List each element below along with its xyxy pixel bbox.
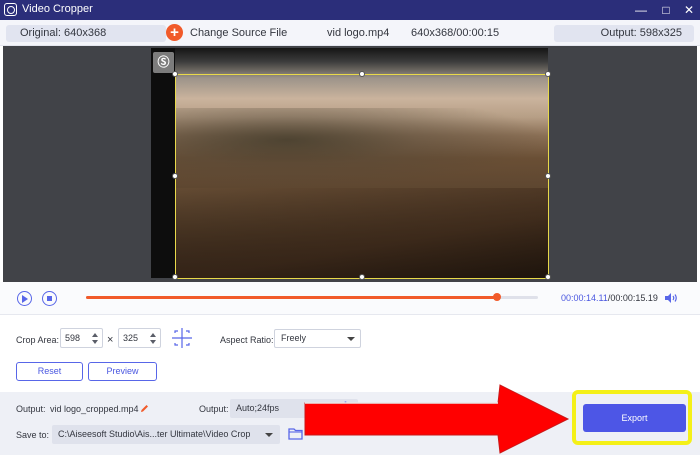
letterbox-area — [151, 48, 175, 278]
maximize-button[interactable]: □ — [658, 2, 674, 18]
add-icon[interactable]: + — [166, 24, 183, 41]
crop-handle-bottom[interactable] — [359, 274, 365, 280]
crop-height-input[interactable]: 325 — [118, 328, 161, 348]
current-time: 00:00:14.11 — [561, 293, 608, 303]
time-display: 00:00:14.11/00:00:15.19 — [561, 293, 658, 303]
change-source-file-button[interactable]: Change Source File — [190, 27, 287, 39]
crop-handle-bottom-left[interactable] — [172, 274, 178, 280]
stop-button[interactable] — [42, 291, 57, 306]
output-resolution: Output: 598x325 — [554, 25, 694, 42]
preview-stage: Ⓢ — [3, 46, 697, 282]
decrement-arrow-icon[interactable] — [92, 340, 98, 344]
crop-handle-top-right[interactable] — [545, 71, 551, 77]
save-path-value: C:\Aiseesoft Studio\Ais...ter Ultimate\V… — [58, 429, 251, 439]
aspect-ratio-value: Freely — [281, 333, 307, 343]
total-time: /00:00:15.19 — [607, 293, 658, 303]
progress-track[interactable] — [86, 293, 538, 301]
crop-handle-right[interactable] — [545, 173, 551, 179]
original-resolution: Original: 640x368 — [6, 25, 166, 42]
play-icon — [22, 294, 28, 303]
output-label: Output: — [16, 404, 46, 414]
chevron-down-icon — [265, 433, 273, 437]
watermark-icon: Ⓢ — [153, 52, 174, 73]
window-title: Video Cropper — [22, 3, 93, 15]
stop-icon — [46, 295, 52, 301]
increment-arrow-icon[interactable] — [92, 333, 98, 337]
output-file-name: vid logo_cropped.mp4 — [50, 404, 139, 414]
decrement-arrow-icon[interactable] — [150, 340, 156, 344]
save-path-select[interactable]: C:\Aiseesoft Studio\Ais...ter Ultimate\V… — [52, 425, 280, 444]
crop-width-value: 598 — [65, 333, 81, 343]
crop-handle-top-left[interactable] — [172, 71, 178, 77]
output-format-label: Output: — [199, 404, 229, 414]
close-button[interactable]: ✕ — [681, 2, 697, 18]
crop-handle-bottom-right[interactable] — [545, 274, 551, 280]
progress-fill — [86, 296, 498, 299]
output-format-value: Auto;24fps — [236, 403, 280, 413]
annotation-arrow — [304, 384, 570, 454]
reset-button[interactable]: Reset — [16, 362, 83, 381]
aspect-ratio-select[interactable]: Freely — [274, 329, 361, 348]
playback-controls: 00:00:14.11/00:00:15.19 — [0, 282, 700, 314]
divider — [0, 314, 700, 315]
video-cropper-app-icon — [4, 3, 17, 16]
crop-area-label: Crop Area: — [16, 335, 60, 345]
chevron-down-icon — [347, 337, 355, 341]
save-to-label: Save to: — [16, 430, 50, 440]
crop-box[interactable] — [172, 71, 551, 280]
center-crop-icon[interactable] — [171, 327, 193, 349]
export-button[interactable]: Export — [583, 404, 686, 432]
multiply-sign: × — [107, 334, 114, 346]
crop-width-input[interactable]: 598 — [60, 328, 103, 348]
preview-button[interactable]: Preview — [88, 362, 157, 381]
crop-handle-top[interactable] — [359, 71, 365, 77]
pencil-icon[interactable] — [140, 404, 149, 413]
aspect-ratio-label: Aspect Ratio: — [220, 335, 274, 345]
title-bar: Video Cropper — □ ✕ — [0, 0, 700, 20]
source-file-info: 640x368/00:00:15 — [411, 27, 500, 39]
minimize-button[interactable]: — — [633, 2, 649, 18]
info-bar: Original: 640x368 + Change Source File v… — [0, 20, 700, 46]
volume-icon[interactable] — [664, 292, 678, 304]
crop-height-value: 325 — [123, 333, 139, 343]
source-file-name: vid logo.mp4 — [327, 27, 390, 39]
crop-handle-left[interactable] — [172, 173, 178, 179]
progress-knob[interactable] — [493, 293, 502, 301]
increment-arrow-icon[interactable] — [150, 333, 156, 337]
play-button[interactable] — [17, 291, 32, 306]
